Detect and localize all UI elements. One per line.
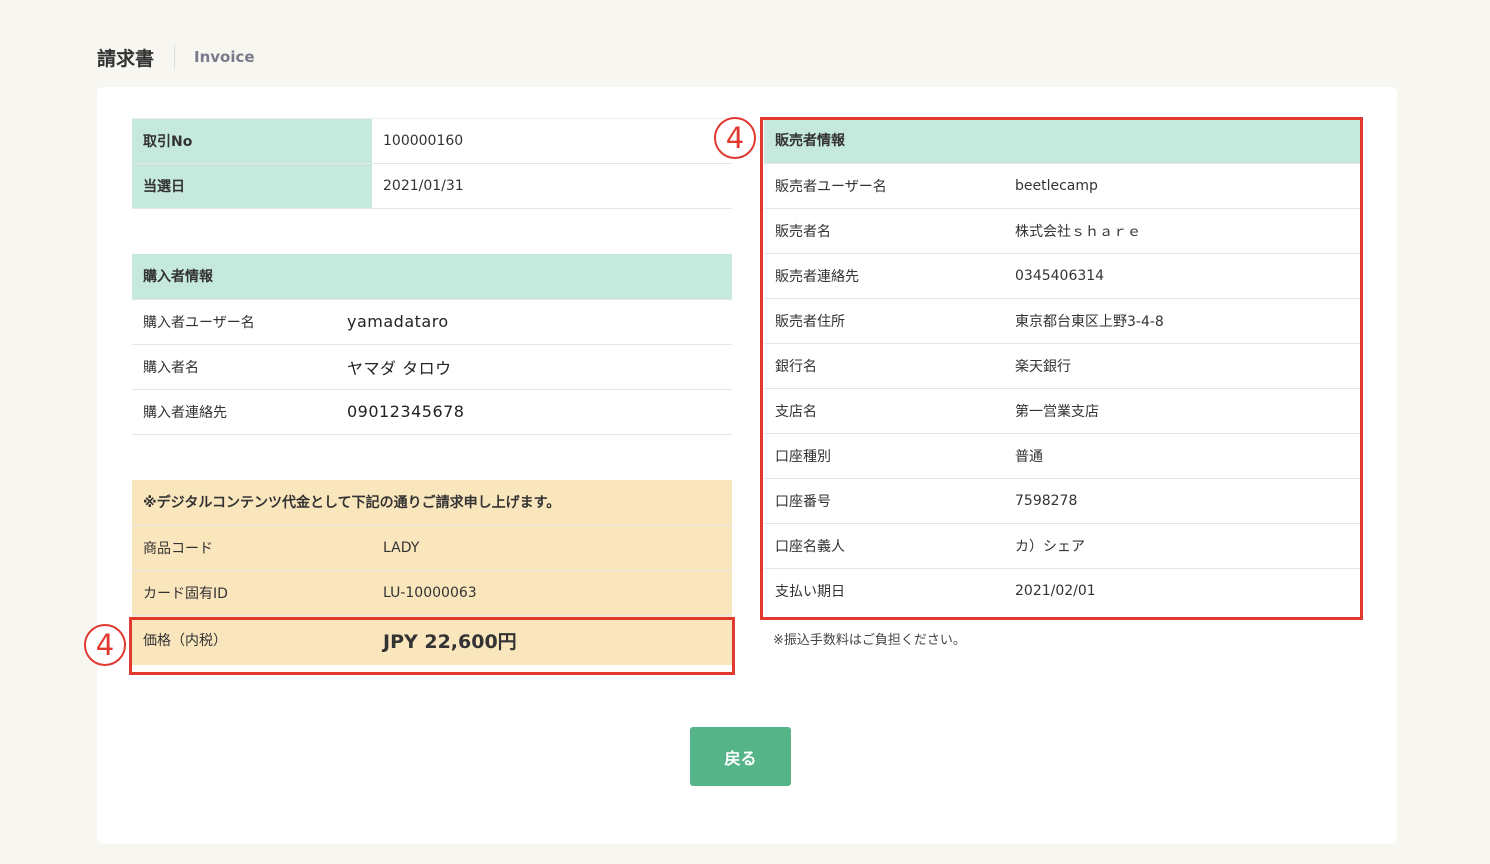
buyer-name-label: 購入者名 — [132, 344, 336, 390]
product-code-label: 商品コード — [132, 525, 372, 571]
table-row: カード固有ID LU-10000063 — [132, 570, 732, 616]
deal-info-table: 取引No 100000160 当選日 2021/01/31 — [132, 118, 732, 209]
buyer-username-label: 購入者ユーザー名 — [132, 299, 336, 345]
header-divider — [174, 45, 176, 69]
page-header: 請求書 Invoice — [97, 44, 255, 70]
seller-annotation-marker: 4 — [714, 117, 756, 159]
deal-no-value: 100000160 — [372, 118, 732, 164]
buyer-name-value: ヤマダ タロウ — [336, 344, 732, 390]
deal-no-label: 取引No — [132, 118, 372, 164]
card-id-label: カード固有ID — [132, 570, 372, 616]
invoice-card: 取引No 100000160 当選日 2021/01/31 購入者情報 購入者ユ… — [84, 87, 1397, 844]
buyer-heading: 購入者情報 — [132, 254, 732, 300]
price-annotation-marker: 4 — [84, 624, 126, 666]
table-row: 購入者情報 — [132, 254, 732, 300]
table-row: 商品コード LADY — [132, 525, 732, 571]
buyer-contact-label: 購入者連絡先 — [132, 389, 336, 435]
win-date-label: 当選日 — [132, 163, 372, 209]
price-annotation-box — [129, 617, 735, 675]
win-date-value: 2021/01/31 — [372, 163, 732, 209]
page-subtitle: Invoice — [194, 48, 255, 66]
buyer-info-table: 購入者情報 購入者ユーザー名 yamadataro 購入者名 ヤマダ タロウ 購… — [132, 254, 732, 435]
content-heading: ※デジタルコンテンツ代金として下記の通りご請求申し上げます。 — [132, 480, 732, 526]
table-row: ※デジタルコンテンツ代金として下記の通りご請求申し上げます。 — [132, 480, 732, 526]
transfer-fee-note: ※振込手数料はご負担ください。 — [773, 633, 966, 648]
back-button[interactable]: 戻る — [690, 727, 791, 786]
seller-annotation-box — [760, 117, 1363, 620]
table-row: 当選日 2021/01/31 — [132, 163, 732, 209]
table-row: 購入者ユーザー名 yamadataro — [132, 299, 732, 345]
buyer-contact-value: 09012345678 — [336, 389, 732, 435]
buyer-username-value: yamadataro — [336, 299, 732, 345]
card-id-value: LU-10000063 — [372, 570, 732, 616]
table-row: 購入者連絡先 09012345678 — [132, 389, 732, 435]
page-title: 請求書 — [97, 47, 155, 70]
table-row: 購入者名 ヤマダ タロウ — [132, 344, 732, 390]
product-code-value: LADY — [372, 525, 732, 571]
table-row: 取引No 100000160 — [132, 118, 732, 164]
